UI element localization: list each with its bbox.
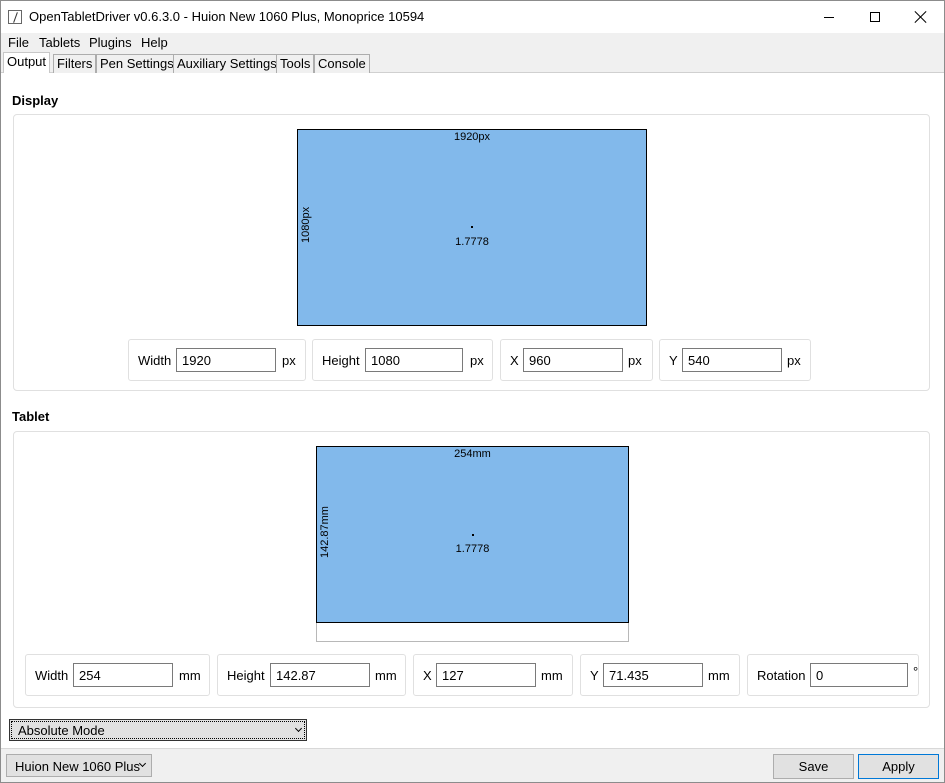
tablet-select-selected: Huion New 1060 Plus <box>15 759 141 774</box>
display-height-label: Height <box>322 353 360 368</box>
output-tab-content: Display 1920px 1080px 1.7778 Width px He… <box>1 73 944 748</box>
display-area[interactable]: 1920px 1080px 1.7778 <box>297 129 647 326</box>
display-x-box: X px <box>500 339 653 381</box>
menu-bar: File Tablets Plugins Help <box>1 33 944 53</box>
close-icon <box>915 11 927 23</box>
tablet-x-unit: mm <box>541 668 563 683</box>
tablet-y-unit: mm <box>708 668 730 683</box>
tablet-height-label: Height <box>227 668 265 683</box>
tablet-width-label: Width <box>35 668 69 683</box>
display-height-input[interactable] <box>365 348 463 372</box>
output-mode-select[interactable]: Absolute Mode <box>9 719 307 741</box>
save-button[interactable]: Save <box>773 754 854 779</box>
tablet-area-width-label: 254mm <box>454 448 491 460</box>
tablet-height-box: Height mm <box>217 654 406 696</box>
tab-console[interactable]: Console <box>314 54 370 73</box>
display-x-unit: px <box>628 353 642 368</box>
display-height-box: Height px <box>312 339 493 381</box>
tablet-area-center-dot <box>472 534 474 536</box>
display-section-title: Display <box>12 93 59 108</box>
menu-tablets[interactable]: Tablets <box>39 35 80 50</box>
display-height-unit: px <box>470 353 484 368</box>
display-area-ratio: 1.7778 <box>455 236 489 248</box>
tab-pen-settings[interactable]: Pen Settings <box>96 54 178 73</box>
display-width-box: Width px <box>128 339 306 381</box>
tab-auxiliary-settings[interactable]: Auxiliary Settings <box>173 54 281 73</box>
display-x-input[interactable] <box>523 348 623 372</box>
maximize-button[interactable] <box>852 1 898 33</box>
tablet-select[interactable]: Huion New 1060 Plus <box>6 754 152 777</box>
display-area-width-label: 1920px <box>453 131 491 143</box>
minimize-icon <box>824 16 834 18</box>
menu-plugins[interactable]: Plugins <box>89 35 132 50</box>
app-pen-icon <box>8 10 22 24</box>
tablet-rotation-input[interactable] <box>810 663 908 687</box>
chevron-down-icon <box>294 724 303 733</box>
tablet-area[interactable]: 254mm 142.87mm 1.7778 <box>316 446 629 623</box>
tablet-y-input[interactable] <box>603 663 703 687</box>
tablet-x-box: X mm <box>413 654 573 696</box>
close-button[interactable] <box>898 1 944 33</box>
tablet-height-input[interactable] <box>270 663 370 687</box>
tablet-x-label: X <box>423 668 432 683</box>
display-y-label: Y <box>669 353 678 368</box>
footer-bar: Huion New 1060 Plus Save Apply <box>1 748 944 782</box>
tablet-rotation-box: Rotation ° <box>747 654 919 696</box>
tablet-width-unit: mm <box>179 668 201 683</box>
tablet-y-box: Y mm <box>580 654 740 696</box>
display-y-input[interactable] <box>682 348 782 372</box>
tab-tools[interactable]: Tools <box>276 54 315 73</box>
display-width-label: Width <box>138 353 172 368</box>
minimize-button[interactable] <box>806 1 852 33</box>
display-group: 1920px 1080px 1.7778 Width px Height px … <box>13 114 930 391</box>
tablet-height-unit: mm <box>375 668 397 683</box>
window-title: OpenTabletDriver v0.6.3.0 - Huion New 10… <box>29 9 425 24</box>
apply-button[interactable]: Apply <box>858 754 939 779</box>
tablet-y-label: Y <box>590 668 599 683</box>
tablet-rotation-label: Rotation <box>757 668 806 683</box>
menu-help[interactable]: Help <box>141 35 168 50</box>
display-width-unit: px <box>282 353 296 368</box>
tab-output[interactable]: Output <box>3 52 51 74</box>
tablet-section-title: Tablet <box>12 409 50 424</box>
display-x-label: X <box>510 353 519 368</box>
output-mode-selected: Absolute Mode <box>18 723 105 738</box>
tablet-rotation-unit: ° <box>913 664 919 679</box>
display-y-box: Y px <box>659 339 811 381</box>
tablet-group: 254mm 142.87mm 1.7778 Width mm Height mm… <box>13 431 930 708</box>
tab-strip: Output Filters Pen Settings Auxiliary Se… <box>1 52 944 74</box>
tab-filters[interactable]: Filters <box>53 54 97 73</box>
display-area-center-dot <box>471 226 473 228</box>
tablet-width-box: Width mm <box>25 654 210 696</box>
tablet-width-input[interactable] <box>73 663 173 687</box>
tablet-x-input[interactable] <box>436 663 536 687</box>
display-y-unit: px <box>787 353 801 368</box>
display-width-input[interactable] <box>176 348 276 372</box>
tablet-area-ratio: 1.7778 <box>455 543 490 555</box>
app-window: OpenTabletDriver v0.6.3.0 - Huion New 10… <box>0 0 945 783</box>
menu-file[interactable]: File <box>8 35 29 50</box>
maximize-icon <box>870 12 880 22</box>
title-bar[interactable]: OpenTabletDriver v0.6.3.0 - Huion New 10… <box>1 1 944 33</box>
